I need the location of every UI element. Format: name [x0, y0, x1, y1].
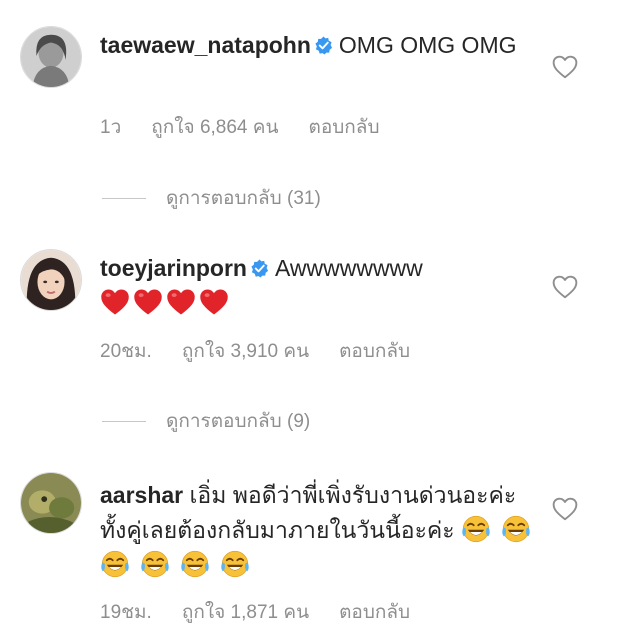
comment-username[interactable]: toeyjarinporn [100, 255, 247, 281]
view-replies-button[interactable]: ดูการตอบกลับ (31) [102, 183, 321, 213]
avatar-photo [21, 473, 81, 533]
verified-badge-icon [250, 259, 269, 278]
reply-button[interactable]: ตอบกลับ [308, 117, 379, 138]
tears-of-joy-icon [220, 549, 250, 579]
comment-text: Awwwwwwww [274, 255, 423, 281]
comment-text: OMG OMG OMG [338, 32, 517, 58]
reply-button[interactable]: ตอบกลับ [339, 602, 410, 623]
tears-of-joy-icon [180, 549, 210, 579]
comment-meta: 19ชม. ถูกใจ 1,871 คน ตอบกลับ [100, 597, 440, 627]
comment-time[interactable]: 20ชม. [100, 341, 152, 362]
comment-likes[interactable]: ถูกใจ 1,871 คน [182, 602, 309, 623]
like-heart-icon[interactable] [552, 497, 578, 521]
view-replies-button[interactable]: ดูการตอบกลับ (9) [102, 406, 310, 436]
red-heart-icon [100, 288, 130, 316]
reply-button[interactable]: ตอบกลับ [339, 341, 410, 362]
comment-time[interactable]: 1ว [100, 117, 121, 138]
avatar-photo [21, 27, 81, 87]
comment-meta: 20ชม. ถูกใจ 3,910 คน ตอบกลับ [100, 336, 440, 366]
comment-meta: 1ว ถูกใจ 6,864 คน ตอบกลับ [100, 112, 410, 142]
tears-of-joy-icon [100, 549, 130, 579]
comment-username[interactable]: taewaew_natapohn [100, 32, 311, 58]
avatar[interactable] [20, 26, 82, 88]
comment-time[interactable]: 19ชม. [100, 602, 152, 623]
divider [102, 197, 146, 199]
comment-text-block: aarshar เอิ่ม พอดีว่าพี่เพิ่งรับงานด่วนอ… [100, 478, 545, 583]
divider [102, 420, 146, 422]
view-replies-label: ดูการตอบกลับ (31) [166, 188, 321, 209]
view-replies-label: ดูการตอบกลับ (9) [166, 411, 311, 432]
verified-badge-icon [314, 36, 333, 55]
comment-username[interactable]: aarshar [100, 482, 183, 508]
tears-of-joy-icon [461, 514, 491, 544]
red-heart-icon [199, 288, 229, 316]
red-heart-icon [166, 288, 196, 316]
comment-text-block: taewaew_natapohn OMG OMG OMG [100, 28, 545, 63]
tears-of-joy-icon [501, 514, 531, 544]
red-heart-icon [133, 288, 163, 316]
like-heart-icon[interactable] [552, 275, 578, 299]
comment-likes[interactable]: ถูกใจ 3,910 คน [182, 341, 309, 362]
avatar[interactable] [20, 472, 82, 534]
like-heart-icon[interactable] [552, 55, 578, 79]
avatar[interactable] [20, 249, 82, 311]
comment-likes[interactable]: ถูกใจ 6,864 คน [151, 117, 278, 138]
comment-text-block: toeyjarinporn Awwwwwwww [100, 251, 545, 321]
avatar-photo [21, 250, 81, 310]
tears-of-joy-icon [140, 549, 170, 579]
